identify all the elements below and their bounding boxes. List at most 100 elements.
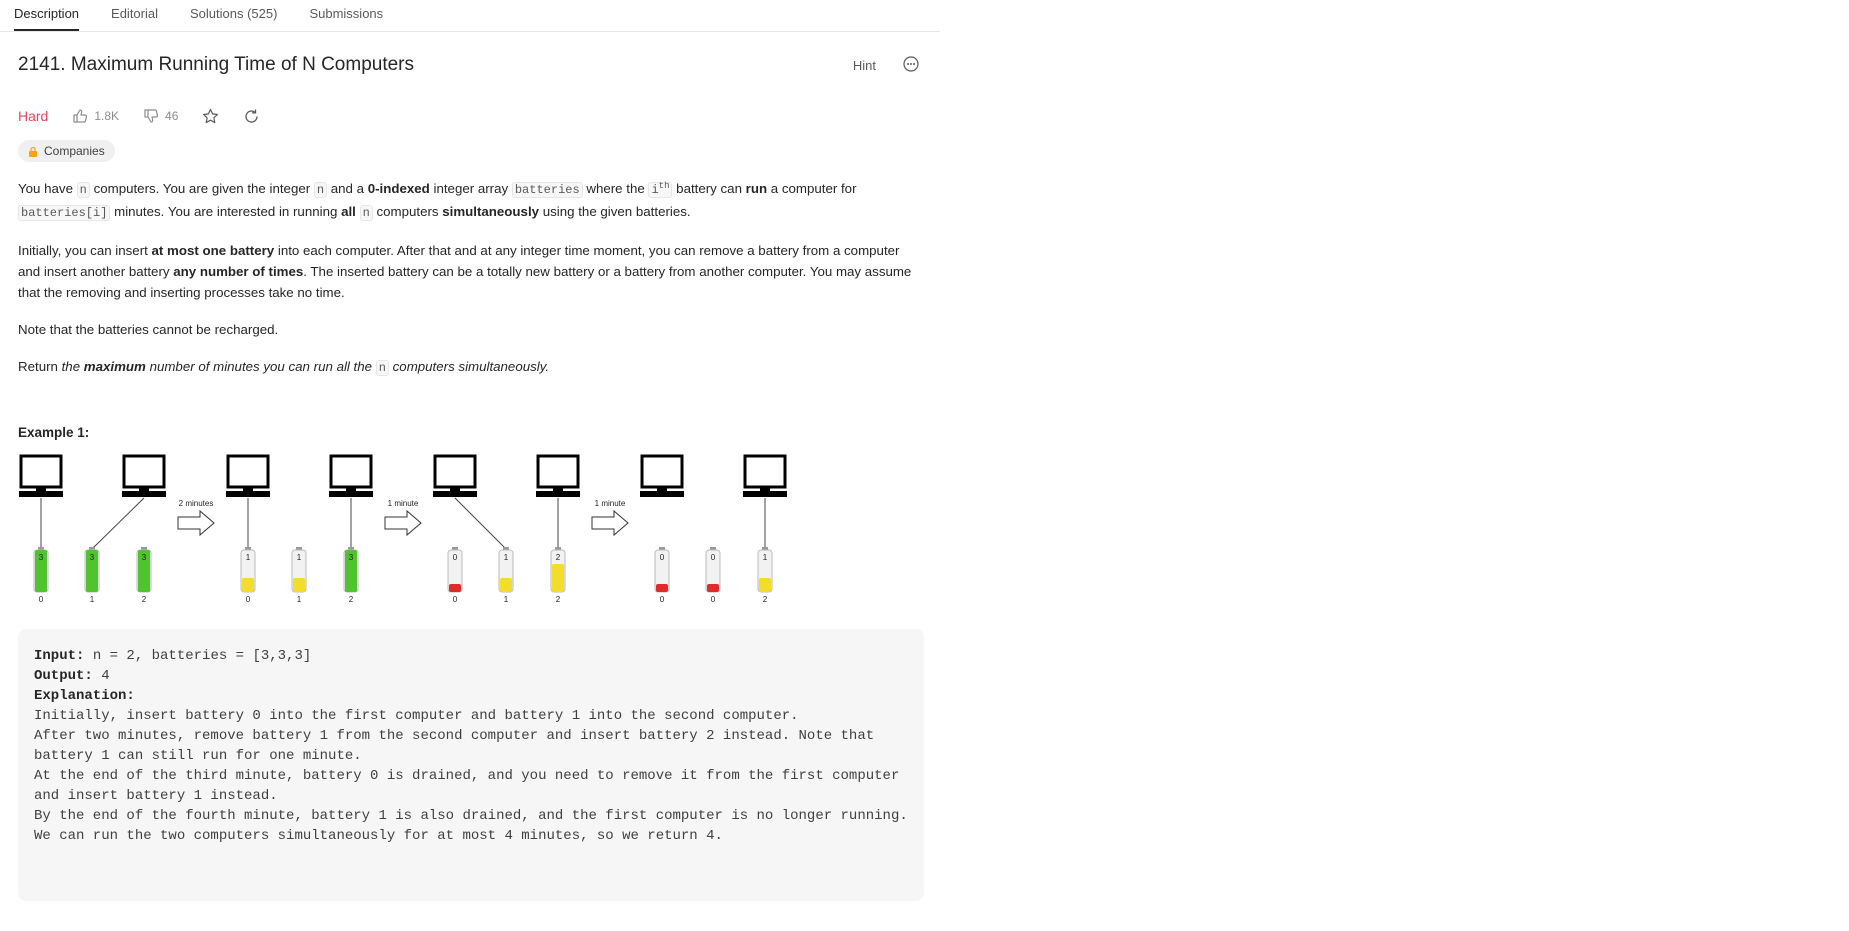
battery-id-label: 2 <box>142 595 147 604</box>
battery-charge-label: 3 <box>349 553 354 562</box>
arrow-label: 1 minute <box>595 499 626 508</box>
battery-charge-label: 0 <box>711 553 716 562</box>
companies-label: Companies <box>44 144 105 158</box>
battery-charge-label: 1 <box>504 553 509 562</box>
problem-title: 2141. Maximum Running Time of N Computer… <box>18 54 414 75</box>
battery-charge-label: 3 <box>39 553 44 562</box>
computer-stand <box>36 487 46 491</box>
battery-id-label: 1 <box>297 595 302 604</box>
tab-bar: Description Editorial Solutions (525) Su… <box>0 0 940 32</box>
computer-base <box>536 491 580 497</box>
difficulty-badge: Hard <box>18 108 49 124</box>
battery-charge-label: 3 <box>90 553 95 562</box>
desc-paragraph-2: Initially, you can insert at most one ba… <box>18 243 912 300</box>
battery-fill <box>656 584 668 592</box>
battery-fill <box>707 584 719 592</box>
computer-base <box>226 491 270 497</box>
computer-base <box>640 491 684 497</box>
computer-stand <box>139 487 149 491</box>
computer-stand <box>450 487 460 491</box>
example-block: Input: n = 2, batteries = [3,3,3] Output… <box>18 629 924 901</box>
battery-charge-label: 1 <box>763 553 768 562</box>
computer-stand <box>657 487 667 491</box>
more-options-icon[interactable] <box>902 55 920 73</box>
battery-charge-label: 1 <box>246 553 251 562</box>
tab-submissions[interactable]: Submissions <box>309 6 383 31</box>
computer-icon <box>536 454 580 489</box>
example-figure: 3 0 3 1 3 2 2 minutes 1 0 1 1 3 2 1 minute 0 0 1 1 2 2 1 min… <box>19 454 787 604</box>
desc-paragraph-1: You have n computers. You are given the … <box>18 181 857 221</box>
computer-icon <box>640 454 684 489</box>
battery-charge-label: 0 <box>453 553 458 562</box>
arrow-label: 1 minute <box>388 499 419 508</box>
star-icon[interactable] <box>202 108 219 125</box>
thumbs-down-icon <box>144 109 159 123</box>
tab-description[interactable]: Description <box>14 6 80 31</box>
input-value: n = 2, batteries = [3,3,3] <box>84 648 312 664</box>
battery-fill <box>242 578 254 592</box>
computer-icon <box>743 454 787 489</box>
battery-fill <box>500 578 512 592</box>
like-count: 1.8K <box>94 109 120 123</box>
arrow-icon <box>177 509 215 537</box>
battery-fill <box>759 578 771 592</box>
computer-icon <box>19 454 63 489</box>
tab-solutions[interactable]: Solutions (525) <box>190 6 277 31</box>
arrow-label: 2 minutes <box>179 499 214 508</box>
share-icon[interactable] <box>243 108 260 125</box>
output-label: Output: <box>34 668 93 684</box>
battery-id-label: 1 <box>90 595 95 604</box>
tab-editorial[interactable]: Editorial <box>111 6 158 31</box>
battery-fill <box>552 564 564 592</box>
like-button[interactable]: 1.8K <box>72 108 119 124</box>
problem-description: You have n computers. You are given the … <box>18 176 924 379</box>
hint-button[interactable]: Hint <box>853 58 876 73</box>
battery-id-label: 1 <box>504 595 509 604</box>
battery-fill <box>449 584 461 592</box>
connection-line <box>454 497 507 550</box>
battery-id-label: 2 <box>763 595 768 604</box>
computer-icon <box>122 454 166 489</box>
battery-id-label: 0 <box>660 595 665 604</box>
computer-base <box>329 491 373 497</box>
battery-id-label: 0 <box>453 595 458 604</box>
problem-content: 2141. Maximum Running Time of N Computer… <box>18 32 924 901</box>
input-label: Input: <box>34 648 85 664</box>
computer-icon <box>226 454 270 489</box>
computer-base <box>743 491 787 497</box>
battery-charge-label: 0 <box>660 553 665 562</box>
battery-fill <box>293 578 305 592</box>
computer-icon <box>433 454 477 489</box>
desc-paragraph-3: Note that the batteries cannot be rechar… <box>18 322 279 337</box>
thumbs-up-icon <box>73 109 88 123</box>
arrow-icon <box>384 509 422 537</box>
computer-stand <box>346 487 356 491</box>
battery-charge-label: 1 <box>297 553 302 562</box>
battery-id-label: 2 <box>349 595 354 604</box>
battery-id-label: 0 <box>39 595 44 604</box>
computer-stand <box>553 487 563 491</box>
explanation-label: Explanation: <box>34 688 135 704</box>
explanation-text: Initially, insert battery 0 into the fir… <box>34 708 908 844</box>
companies-tag[interactable]: Companies <box>18 140 115 162</box>
desc-paragraph-4: Return the maximum number of minutes you… <box>18 359 550 376</box>
computer-base <box>433 491 477 497</box>
example-title: Example 1: <box>18 425 90 440</box>
lock-icon <box>29 146 37 157</box>
problem-meta: Hard 1.8K 46 <box>18 102 924 130</box>
computer-icon <box>329 454 373 489</box>
battery-id-label: 2 <box>556 595 561 604</box>
battery-charge-label: 2 <box>556 553 561 562</box>
computer-stand <box>243 487 253 491</box>
dislike-button[interactable]: 46 <box>143 108 178 124</box>
computer-base <box>122 491 166 497</box>
battery-charge-label: 3 <box>142 553 147 562</box>
dislike-count: 46 <box>165 109 179 123</box>
connection-line <box>91 497 145 550</box>
output-value: 4 <box>92 668 110 684</box>
battery-id-label: 0 <box>711 595 716 604</box>
title-row: 2141. Maximum Running Time of N Computer… <box>18 32 924 102</box>
computer-stand <box>760 487 770 491</box>
battery-id-label: 0 <box>246 595 251 604</box>
arrow-icon <box>591 509 629 537</box>
